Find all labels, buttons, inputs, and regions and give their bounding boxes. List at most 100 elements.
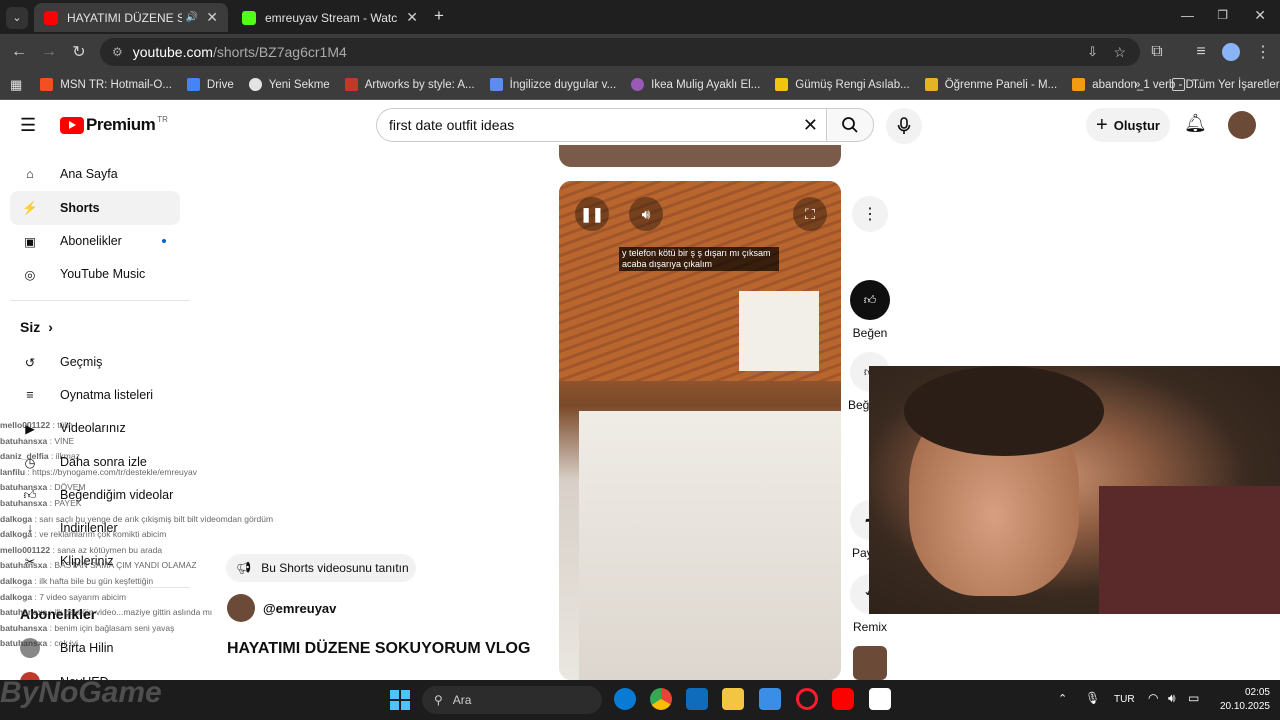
promote-short-button[interactable]: 📢︎ Bu Shorts videosunu tanıtın	[226, 554, 416, 582]
input-language[interactable]: TUR	[1114, 694, 1135, 705]
sidebar-item-youtube-music[interactable]: ◎ YouTube Music	[10, 257, 180, 291]
bookmark-item[interactable]: Öğrenme Paneli - M...	[924, 78, 1057, 91]
all-bookmarks-folder[interactable]: Tüm Yer İşaretleri	[1172, 78, 1280, 91]
bookmark-star-icon[interactable]: ☆	[1113, 44, 1126, 61]
stream-watermark: ByNoGame	[0, 676, 162, 709]
you-label: Siz	[20, 319, 41, 335]
bookmark-item[interactable]: Gümüş Rengi Asılab...	[775, 78, 910, 91]
wifi-icon[interactable]: ◠	[1148, 691, 1158, 705]
chat-text: VİNE	[54, 435, 75, 446]
battery-icon[interactable]: ▭	[1188, 691, 1199, 705]
tab-title: emreuyav Stream - Watch Live on Kick	[265, 10, 398, 25]
bookmark-item[interactable]: İngilizce duygular v...	[489, 78, 616, 91]
menu-kebab-icon[interactable]: ⋮	[1248, 42, 1278, 62]
forward-icon[interactable]: →	[34, 43, 64, 61]
tab-search-button[interactable]: ⌄	[6, 7, 28, 29]
edge-icon[interactable]	[614, 688, 636, 710]
clear-search-icon[interactable]: ✕	[803, 115, 818, 136]
volume-icon[interactable]: 🔊︎	[1168, 691, 1176, 706]
close-tab-icon[interactable]: ✕	[206, 9, 218, 26]
sidebar-item-playlists[interactable]: ≡ Oynatma listeleri	[10, 378, 180, 412]
like-button[interactable]: 👍︎ Beğen	[848, 280, 892, 340]
chat-text: ilk çektiğin video...maziye gittin aslın…	[54, 607, 213, 618]
url-host: youtube.com	[132, 44, 213, 60]
sidebar-item-home[interactable]: ⌂ Ana Sayfa	[10, 157, 180, 191]
audio-playing-icon[interactable]: 🔊	[186, 12, 198, 23]
sidebar-you-header[interactable]: Siz ›	[10, 310, 180, 344]
close-tab-icon[interactable]: ✕	[406, 9, 418, 26]
voice-search-button[interactable]	[886, 108, 922, 144]
bookmark-label: Tüm Yer İşaretleri	[1192, 78, 1280, 91]
opera-icon[interactable]	[796, 688, 818, 710]
taskbar-search[interactable]: ⚲ Ara	[422, 686, 602, 714]
search-icon	[842, 117, 858, 133]
chat-text: ve reklamlarım çok komikti abicim	[39, 529, 167, 540]
create-button[interactable]: + Oluştur	[1086, 108, 1170, 142]
previous-short-thumbnail[interactable]	[559, 145, 841, 167]
notifications-bell-icon[interactable]: 🔔︎	[1184, 113, 1207, 134]
chat-username: mello001122	[0, 420, 51, 430]
bookmark-item[interactable]: Yeni Sekme	[248, 78, 330, 91]
user-avatar[interactable]	[1228, 111, 1256, 139]
window-close-icon[interactable]: ✕	[1254, 7, 1266, 24]
apps-grid-icon[interactable]: ▦	[10, 77, 22, 93]
thumbs-up-icon: 👍︎	[850, 280, 890, 320]
chat-text: BASTAN SAMA ÇIM YANDI OLAMAZ	[54, 560, 197, 571]
site-info-icon[interactable]: ⚙	[112, 45, 123, 59]
create-label: Oluştur	[1113, 117, 1160, 133]
bookmark-item[interactable]: MSN TR: Hotmail-O...	[40, 78, 172, 91]
restore-icon[interactable]: ❐	[1217, 8, 1228, 22]
windows-start-icon[interactable]	[390, 690, 410, 710]
new-tab-icon[interactable]: +	[434, 6, 444, 26]
search-input[interactable]: first date outfit ideas ✕	[376, 108, 826, 142]
youtube-premium-logo[interactable]: Premium TR	[60, 115, 168, 135]
bookmark-item[interactable]: Ikea Mulig Ayaklı El...	[631, 78, 760, 91]
shorts-video-player[interactable]: ❚❚ 🔊︎ ⛶ y telefon kötü bir ş ş dışarı mı…	[559, 181, 841, 680]
clock[interactable]: 02:05 20.10.2025	[1220, 686, 1270, 714]
reload-icon[interactable]: ↻	[64, 42, 94, 62]
minimize-icon[interactable]: —	[1181, 8, 1194, 23]
more-options-icon[interactable]: ⋮	[852, 196, 888, 232]
youtube-app-icon[interactable]	[832, 688, 854, 710]
microphone-icon[interactable]: 🎙︎	[1085, 691, 1100, 705]
volume-icon: 🔊︎	[641, 205, 651, 222]
sidebar-item-history[interactable]: ↺ Geçmiş	[10, 345, 180, 379]
tab-youtube[interactable]: HAYATIMI DÜZENE SOKUYORUM VLOG 🔊 ✕	[34, 3, 228, 32]
chat-message: mello001122 : tülin	[0, 420, 73, 430]
youtube-music-icon: ◎	[24, 267, 36, 282]
bookmark-item[interactable]: Artworks by style: A...	[344, 78, 475, 91]
volume-button[interactable]: 🔊︎	[629, 197, 663, 231]
chrome-icon[interactable]	[650, 688, 672, 710]
outlook-icon[interactable]	[686, 688, 708, 710]
subscriptions-icon: ▣	[24, 234, 36, 249]
hamburger-menu-icon[interactable]: ☰	[20, 115, 36, 136]
chat-username: batuhansxa	[0, 560, 48, 571]
chat-message: batuhansxa : benim için bağlasam seni ya…	[0, 622, 175, 633]
media-control-icon[interactable]: ≡	[1186, 43, 1216, 61]
search-button[interactable]	[826, 108, 874, 142]
pause-button[interactable]: ❚❚	[575, 197, 609, 231]
chat-text: 7 video sayarım abicim	[39, 591, 127, 602]
more-bookmarks-icon[interactable]: »	[1134, 79, 1140, 91]
bookmark-item[interactable]: Drive	[186, 78, 234, 91]
file-explorer-icon[interactable]	[722, 688, 744, 710]
fullscreen-button[interactable]: ⛶	[793, 197, 827, 231]
address-bar[interactable]: ⚙ youtube.com/shorts/BZ7ag6cr1M4 ⇩ ☆	[100, 38, 1140, 66]
globe-icon	[248, 78, 262, 91]
taskbar-search-label: Ara	[452, 693, 472, 707]
microsoft-store-icon[interactable]	[759, 688, 781, 710]
sidebar-item-subscriptions[interactable]: ▣ Abonelikler	[10, 224, 180, 258]
back-icon[interactable]: ←	[4, 43, 34, 61]
bookmark-label: Yeni Sekme	[268, 78, 330, 91]
sidebar-item-shorts[interactable]: ⚡ Shorts	[10, 191, 180, 225]
install-app-icon[interactable]: ⇩	[1087, 44, 1098, 60]
channel-info[interactable]: @emreuyav	[227, 594, 336, 622]
extensions-icon[interactable]: ⧉	[1142, 43, 1172, 61]
show-hidden-icons-icon[interactable]: ⌃	[1058, 692, 1067, 705]
profile-avatar[interactable]	[1222, 43, 1240, 61]
chat-text: sana az kötüymen bu arada	[57, 544, 163, 555]
tab-title: HAYATIMI DÜZENE SOKUYORUM VLOG	[67, 10, 182, 25]
sound-thumbnail[interactable]	[853, 646, 887, 680]
app-icon[interactable]	[869, 688, 891, 710]
tab-kick[interactable]: emreuyav Stream - Watch Live on Kick ✕	[232, 3, 428, 32]
